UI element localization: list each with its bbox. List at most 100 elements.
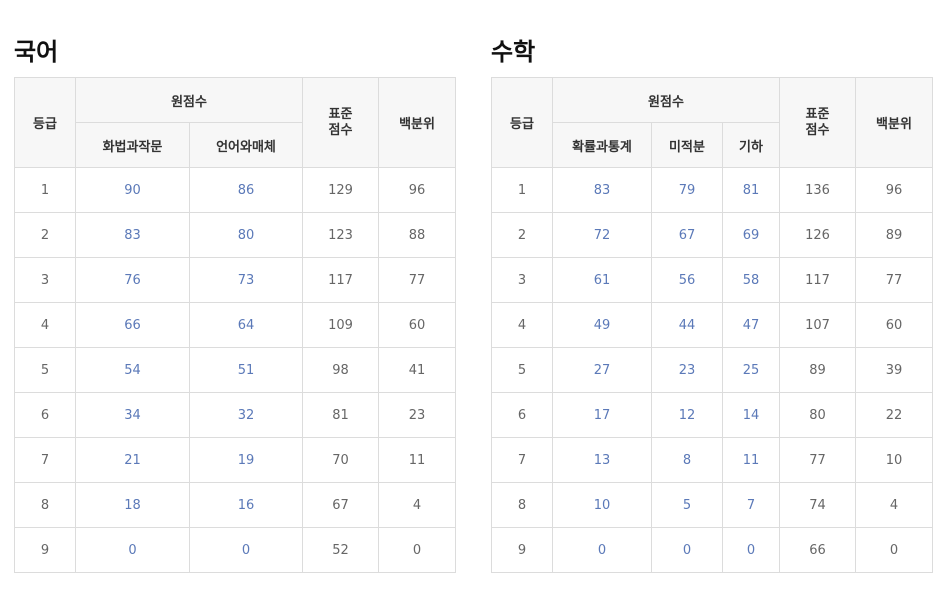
cell-standard-score: 52 [302,527,380,573]
cell-raw-calculus: 79 [651,167,723,213]
cell-raw-language-media: 51 [188,347,304,393]
header-subject-probability-statistics: 확률과통계 [552,122,652,168]
cell-standard-score: 74 [779,482,856,528]
header-subject-calculus: 미적분 [651,122,723,168]
cell-standard-score: 80 [779,392,856,438]
header-subject-geometry: 기하 [722,122,780,168]
cell-percentile: 0 [378,527,457,573]
table-row: 6 17 12 14 80 22 [491,392,933,438]
cell-grade: 1 [14,167,76,213]
table-row: 4 49 44 47 107 60 [491,302,933,348]
table-row: 9 0 0 0 66 0 [491,527,933,573]
cell-raw-probability-statistics: 10 [552,482,652,528]
cell-raw-speech-writing: 18 [75,482,190,528]
header-subject-speech-writing: 화법과작문 [75,122,190,168]
table-row: 9 0 0 52 0 [14,527,457,573]
cell-raw-geometry: 14 [722,392,780,438]
cell-percentile: 96 [378,167,457,213]
cell-raw-speech-writing: 90 [75,167,190,213]
cell-raw-language-media: 19 [188,437,304,483]
table-row: 1 83 79 81 136 96 [491,167,933,213]
cell-raw-calculus: 8 [651,437,723,483]
cell-grade: 5 [491,347,553,393]
header-percentile: 백분위 [855,77,933,168]
cell-raw-geometry: 7 [722,482,780,528]
cell-grade: 6 [14,392,76,438]
table-row: 8 10 5 7 74 4 [491,482,933,528]
cell-raw-probability-statistics: 13 [552,437,652,483]
korean-title: 국어 [14,38,59,66]
cell-grade: 5 [14,347,76,393]
header-subject-language-media: 언어와매체 [188,122,304,168]
cell-grade: 7 [14,437,76,483]
cell-percentile: 60 [855,302,933,348]
cell-standard-score: 77 [779,437,856,483]
cell-raw-geometry: 69 [722,212,780,258]
cell-percentile: 96 [855,167,933,213]
cell-raw-calculus: 67 [651,212,723,258]
cell-raw-geometry: 58 [722,257,780,303]
cell-percentile: 89 [855,212,933,258]
header-standard-score: 표준 점수 [779,77,856,168]
cell-grade: 3 [491,257,553,303]
cell-grade: 9 [491,527,553,573]
header-standard-line1: 표준 [328,106,353,122]
cell-standard-score: 126 [779,212,856,258]
header-standard-line2: 점수 [328,122,353,138]
cell-grade: 8 [14,482,76,528]
cell-raw-probability-statistics: 72 [552,212,652,258]
cell-raw-calculus: 12 [651,392,723,438]
cell-standard-score: 107 [779,302,856,348]
table-row: 8 18 16 67 4 [14,482,457,528]
cell-grade: 3 [14,257,76,303]
header-raw-score: 원점수 [552,77,780,123]
cell-grade: 9 [14,527,76,573]
cell-standard-score: 109 [302,302,380,348]
table-row: 2 72 67 69 126 89 [491,212,933,258]
cell-raw-language-media: 0 [188,527,304,573]
cell-percentile: 77 [855,257,933,303]
korean-score-table: 등급 원점수 표준 점수 백분위 화법과작문 언어와매체 1 90 86 129 96 2 8… [14,77,457,573]
cell-raw-geometry: 47 [722,302,780,348]
cell-raw-speech-writing: 76 [75,257,190,303]
cell-raw-probability-statistics: 61 [552,257,652,303]
cell-raw-probability-statistics: 83 [552,167,652,213]
cell-standard-score: 123 [302,212,380,258]
cell-raw-probability-statistics: 27 [552,347,652,393]
table-row: 2 83 80 123 88 [14,212,457,258]
cell-percentile: 22 [855,392,933,438]
cell-percentile: 88 [378,212,457,258]
cell-raw-probability-statistics: 49 [552,302,652,348]
cell-percentile: 39 [855,347,933,393]
cell-raw-speech-writing: 66 [75,302,190,348]
cell-percentile: 4 [855,482,933,528]
cell-percentile: 4 [378,482,457,528]
cell-raw-speech-writing: 54 [75,347,190,393]
table-row: 4 66 64 109 60 [14,302,457,348]
table-row: 7 21 19 70 11 [14,437,457,483]
cell-percentile: 41 [378,347,457,393]
cell-standard-score: 81 [302,392,380,438]
header-standard-line1: 표준 [805,106,830,122]
cell-percentile: 23 [378,392,457,438]
cell-standard-score: 117 [302,257,380,303]
table-row: 3 61 56 58 117 77 [491,257,933,303]
cell-percentile: 77 [378,257,457,303]
cell-raw-calculus: 23 [651,347,723,393]
cell-standard-score: 129 [302,167,380,213]
cell-raw-speech-writing: 34 [75,392,190,438]
cell-raw-speech-writing: 0 [75,527,190,573]
cell-raw-calculus: 5 [651,482,723,528]
cell-raw-probability-statistics: 0 [552,527,652,573]
cell-percentile: 11 [378,437,457,483]
math-table-body: 1 83 79 81 136 96 2 72 67 69 126 89 3 61 56 58 117 77 4 49 4… [491,167,933,573]
cell-raw-calculus: 0 [651,527,723,573]
cell-standard-score: 89 [779,347,856,393]
table-row: 3 76 73 117 77 [14,257,457,303]
header-grade: 등급 [491,77,553,168]
cell-grade: 4 [14,302,76,348]
cell-raw-speech-writing: 21 [75,437,190,483]
cell-standard-score: 117 [779,257,856,303]
table-row: 1 90 86 129 96 [14,167,457,213]
header-raw-score: 원점수 [74,77,304,123]
